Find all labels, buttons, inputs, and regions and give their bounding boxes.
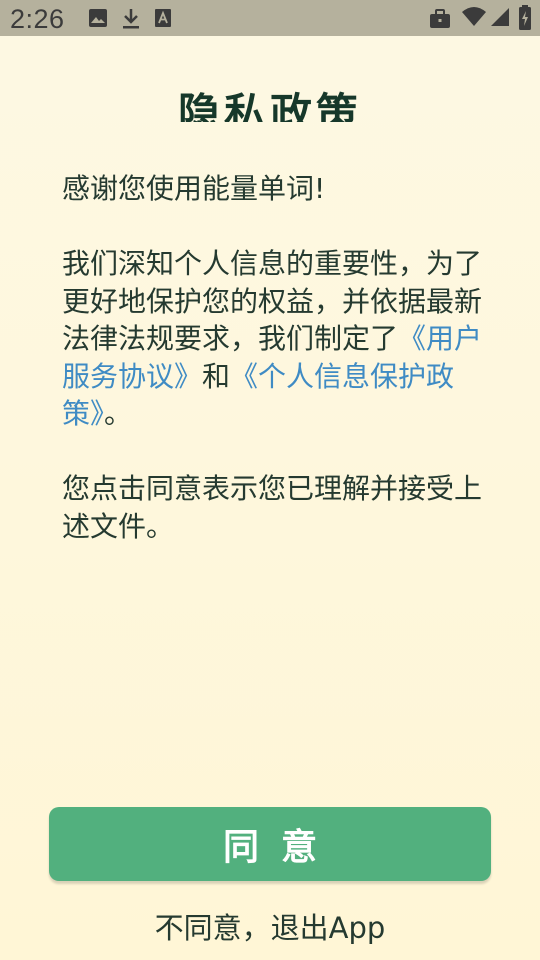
battery-charging-icon (519, 5, 531, 30)
and-text: 和 (202, 359, 231, 393)
status-bar: 2:26 (0, 0, 540, 36)
policy-paragraph: 我们深知个人信息的重要性，为了更好地保护您的权益，并依据最新法律法规要求，我们制… (62, 245, 492, 433)
wifi-icon (462, 7, 486, 26)
briefcase-icon (430, 9, 450, 28)
image-icon (89, 9, 107, 27)
status-time: 2:26 (10, 4, 65, 34)
download-icon (123, 9, 139, 29)
period-text: 。 (104, 397, 133, 430)
consent-paragraph: 您点击同意表示您已理解并接受上述文件。 (62, 472, 483, 543)
a-icon (155, 9, 171, 27)
agree-button[interactable]: 同意 (49, 807, 491, 881)
disagree-exit-button[interactable]: 不同意，退出App (0, 905, 540, 947)
signal-icon (491, 8, 509, 26)
policy-text: 感谢您使用能量单词! 我们深知个人信息的重要性，为了更好地保护您的权益，并依据最… (62, 170, 492, 545)
thanks-paragraph: 感谢您使用能量单词! (62, 172, 326, 205)
page-title: 隐私政策 (177, 89, 362, 122)
